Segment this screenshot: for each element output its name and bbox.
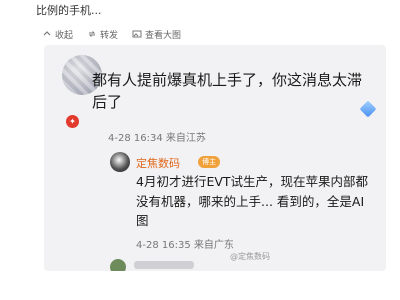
watermark-text: @定焦数码 <box>230 252 270 261</box>
post-title-snippet: 比例的手机... <box>36 4 102 17</box>
reply-meta: 4-28 16:35 来自广东 <box>136 236 234 251</box>
reply-author-avatar[interactable] <box>110 152 130 172</box>
top-band: 比例的手机... <box>0 0 400 24</box>
next-comment-name-blurred <box>134 261 194 269</box>
comment-location: 来自江苏 <box>165 133 206 144</box>
image-actions-bar: 收起 转发 查看大图 <box>42 27 181 41</box>
repost-icon <box>88 31 96 37</box>
collapse-action[interactable]: 收起 <box>42 27 73 41</box>
next-comment-avatar[interactable] <box>110 259 126 271</box>
image-icon <box>132 30 142 38</box>
diamond-icon <box>359 100 377 118</box>
author-badge: 博主 <box>198 156 220 168</box>
repost-label: 转发 <box>100 30 119 41</box>
view-large-image-label: 查看大图 <box>145 30 182 41</box>
reply-author-name[interactable]: 定焦数码 <box>136 155 180 171</box>
collapse-label: 收起 <box>55 30 74 41</box>
view-large-image-action[interactable]: 查看大图 <box>132 27 181 41</box>
user-badge-icon: ✦ <box>66 115 79 128</box>
reply-time: 4-28 16:35 <box>136 240 191 251</box>
repost-action[interactable]: 转发 <box>87 27 118 41</box>
comment-time: 4-28 16:34 <box>108 133 163 144</box>
screenshot-card: ✦ 都有人提前爆真机上手了，你这消息太滞后了 4-28 16:34 来自江苏 定… <box>44 45 386 271</box>
reply-text: 4月初才进行EVT试生产，现在苹果内部都没有机器，哪来的上手... 看到的，全是… <box>136 174 369 228</box>
reply-location: 来自广东 <box>193 240 234 251</box>
comment-text: 都有人提前爆真机上手了，你这消息太滞后了 <box>92 71 363 111</box>
comment-meta: 4-28 16:34 来自江苏 <box>108 129 206 144</box>
collapse-icon <box>43 31 51 36</box>
